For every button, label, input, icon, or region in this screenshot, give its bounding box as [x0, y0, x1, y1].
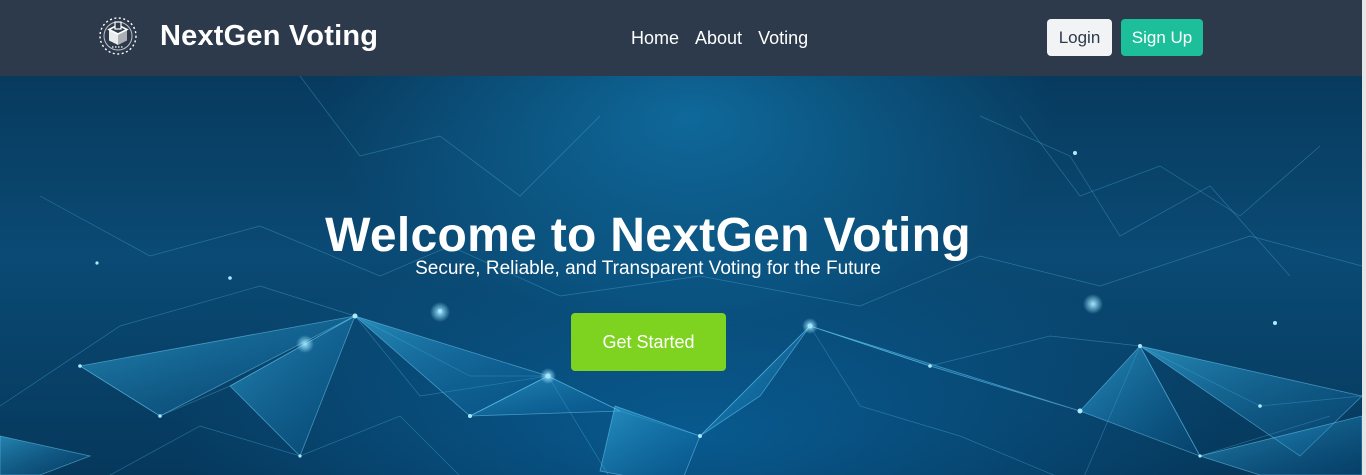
- brand-name: NextGen Voting: [160, 20, 379, 52]
- hero-title: Welcome to NextGen Voting: [325, 209, 971, 263]
- get-started-button[interactable]: Get Started: [571, 313, 726, 371]
- nav-link-voting[interactable]: Voting: [758, 26, 808, 50]
- hero-subtitle: Secure, Reliable, and Transparent Voting…: [415, 258, 881, 279]
- signup-button[interactable]: Sign Up: [1121, 19, 1203, 56]
- nav-link-home[interactable]: Home: [631, 26, 679, 50]
- nav-link-about[interactable]: About: [695, 26, 742, 50]
- ballot-box-icon: [99, 17, 137, 55]
- hero-section: Welcome to NextGen Voting Secure, Reliab…: [0, 76, 1362, 475]
- scrollbar[interactable]: [1362, 0, 1366, 475]
- login-button[interactable]: Login: [1047, 19, 1112, 56]
- nav-links: Home About Voting: [631, 26, 808, 50]
- brand[interactable]: NextGen Voting: [98, 16, 378, 56]
- navbar: NextGen Voting Home About Voting Login S…: [0, 0, 1362, 76]
